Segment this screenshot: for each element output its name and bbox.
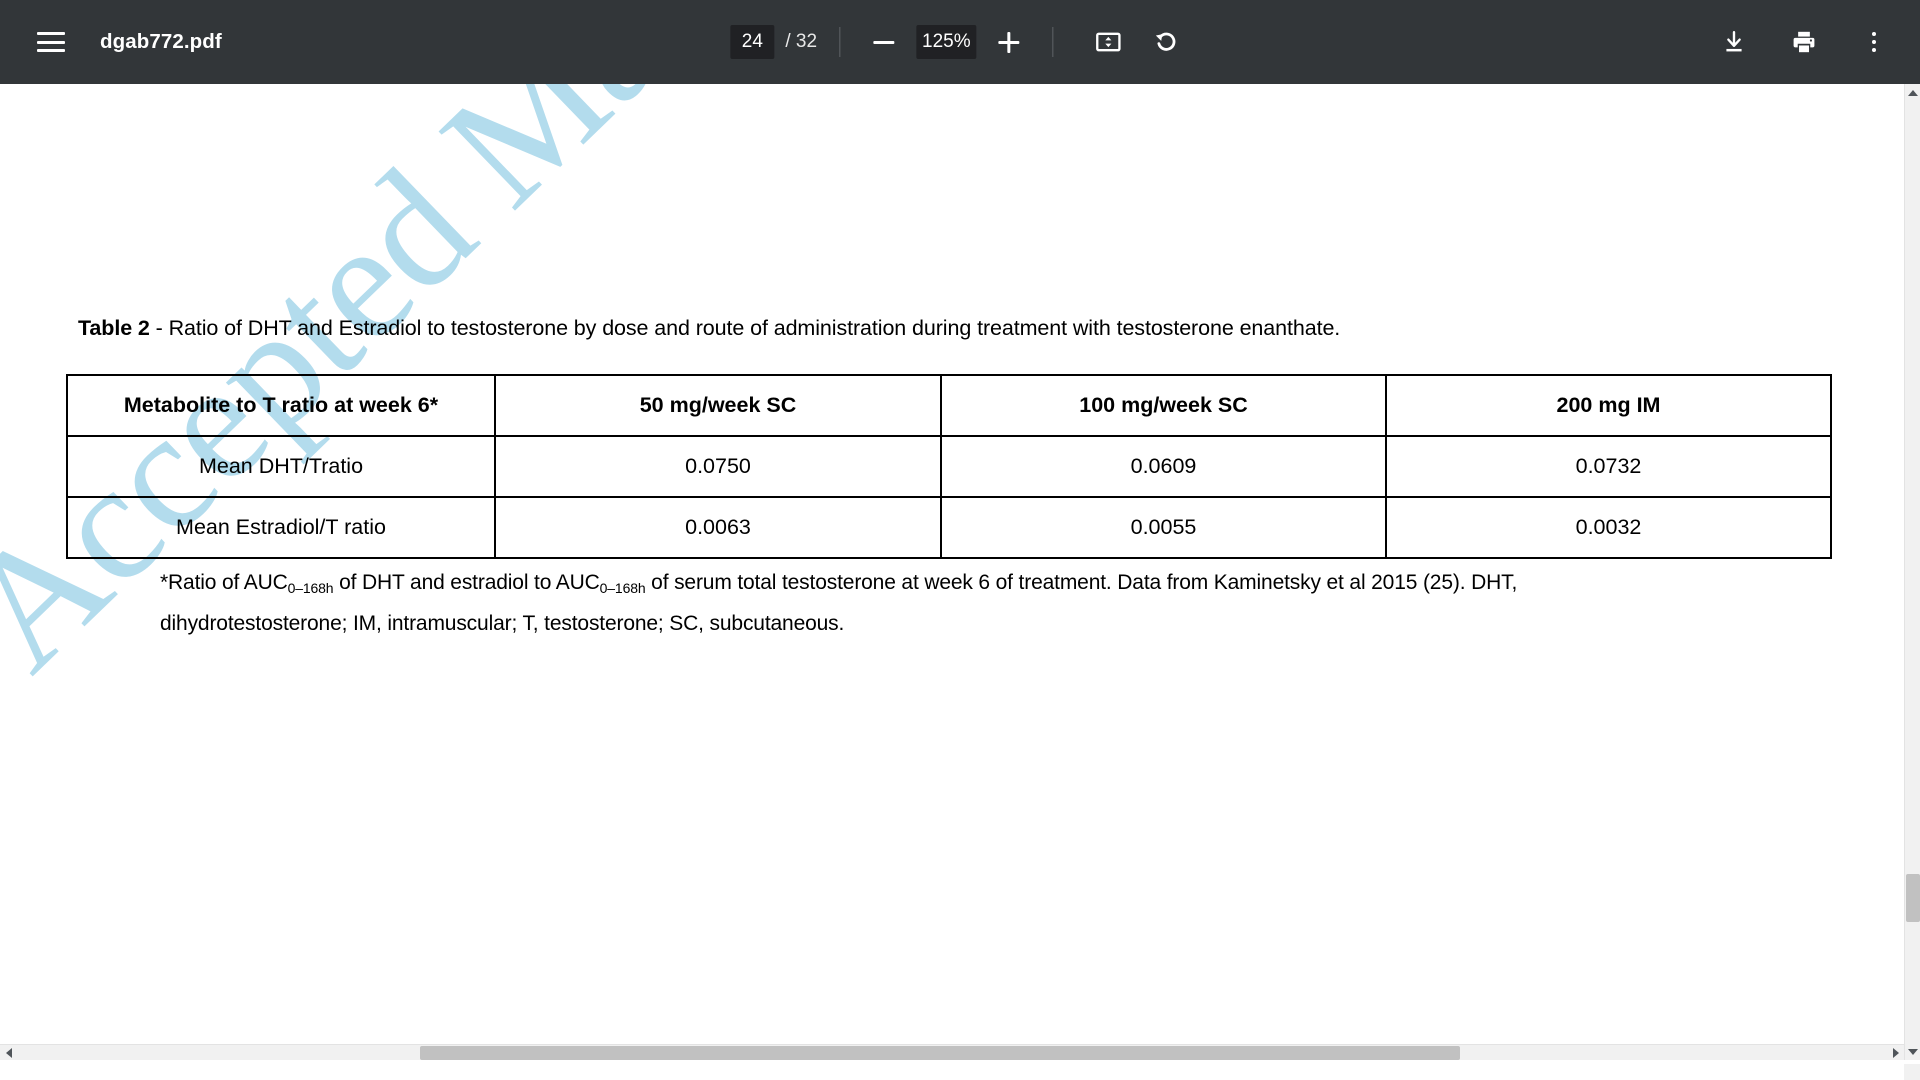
scroll-arrow-up-icon[interactable] (1905, 84, 1920, 101)
toolbar-center-controls: / 32 125% (730, 0, 1189, 84)
hamburger-lines (37, 32, 65, 52)
scroll-arrow-down-icon[interactable] (1905, 1043, 1920, 1060)
cell-dht-100mg: 0.0609 (940, 435, 1387, 498)
horizontal-scrollbar-thumb[interactable] (420, 1046, 1460, 1060)
file-name-label: dgab772.pdf (100, 30, 222, 53)
page-count-label: / 32 (785, 31, 818, 52)
toolbar-divider-2 (1052, 27, 1054, 57)
download-icon (1726, 31, 1742, 52)
rotate-counterclockwise-icon (1156, 32, 1176, 51)
metabolite-ratio-table: Metabolite to T ratio at week 6* 50 mg/w… (66, 374, 1832, 559)
more-options-button[interactable] (1850, 18, 1898, 66)
fit-to-page-button[interactable] (1086, 19, 1132, 65)
column-header-200mg: 200 mg IM (1385, 374, 1832, 437)
print-icon (1793, 31, 1815, 53)
table-header-row: Metabolite to T ratio at week 6* 50 mg/w… (66, 374, 1832, 437)
table-caption-label: Table 2 (78, 316, 150, 340)
cell-dht-50mg: 0.0750 (494, 435, 942, 498)
cell-estradiol-200mg: 0.0032 (1385, 496, 1832, 559)
footnote-subscript-2: 0–168h (599, 580, 646, 596)
vertical-scrollbar[interactable] (1904, 84, 1920, 1060)
scrollbar-corner (1904, 1064, 1920, 1080)
toolbar-divider-1 (839, 27, 841, 57)
scroll-arrow-right-icon[interactable] (1887, 1045, 1904, 1060)
zoom-in-button[interactable] (987, 20, 1031, 64)
row-label-estradiol: Mean Estradiol/T ratio (66, 496, 496, 559)
footnote-line-2: dihydrotestosterone; IM, intramuscular; … (160, 612, 845, 635)
more-vertical-icon (1872, 32, 1876, 52)
zoom-level-value[interactable]: 125% (916, 25, 977, 59)
horizontal-scrollbar[interactable] (0, 1044, 1904, 1060)
table-footnote: *Ratio of AUC0–168h of DHT and estradiol… (160, 563, 1860, 643)
download-button[interactable] (1710, 18, 1758, 66)
zoom-out-button[interactable] (862, 20, 906, 64)
column-header-metabolite: Metabolite to T ratio at week 6* (66, 374, 496, 437)
toolbar-right-controls (1710, 0, 1898, 84)
pdf-toolbar: dgab772.pdf / 32 125% (0, 0, 1920, 84)
table-caption-text: - Ratio of DHT and Estradiol to testoste… (149, 316, 1341, 340)
row-label-dht: Mean DHT/Tratio (66, 435, 496, 498)
scroll-arrow-left-icon[interactable] (0, 1045, 17, 1060)
cell-estradiol-50mg: 0.0063 (494, 496, 942, 559)
table-row: Mean DHT/Tratio 0.0750 0.0609 0.0732 (66, 435, 1832, 498)
vertical-scrollbar-thumb[interactable] (1906, 874, 1920, 922)
footnote-part-3: of serum total testosterone at week 6 of… (645, 571, 1518, 594)
rotate-counterclockwise-button[interactable] (1144, 19, 1190, 65)
table-caption: Table 2 - Ratio of DHT and Estradiol to … (78, 316, 1340, 341)
footnote-part-2: of DHT and estradiol to AUC (333, 571, 600, 594)
cell-dht-200mg: 0.0732 (1385, 435, 1832, 498)
fit-to-page-icon (1096, 32, 1121, 52)
footnote-part-1: *Ratio of AUC (160, 571, 288, 594)
page-number-input[interactable] (730, 25, 775, 59)
hamburger-menu-icon[interactable] (24, 15, 78, 69)
table-row: Mean Estradiol/T ratio 0.0063 0.0055 0.0… (66, 496, 1832, 559)
column-header-100mg: 100 mg/week SC (940, 374, 1387, 437)
cell-estradiol-100mg: 0.0055 (940, 496, 1387, 559)
pdf-page: Accepted Manuscript Table 2 - Ratio of D… (0, 84, 1904, 1060)
pdf-viewer-area[interactable]: Accepted Manuscript Table 2 - Ratio of D… (0, 84, 1904, 1060)
column-header-50mg: 50 mg/week SC (494, 374, 942, 437)
print-button[interactable] (1780, 18, 1828, 66)
footnote-subscript-1: 0–168h (287, 580, 334, 596)
minus-icon (873, 40, 895, 44)
plus-icon (998, 31, 1020, 53)
